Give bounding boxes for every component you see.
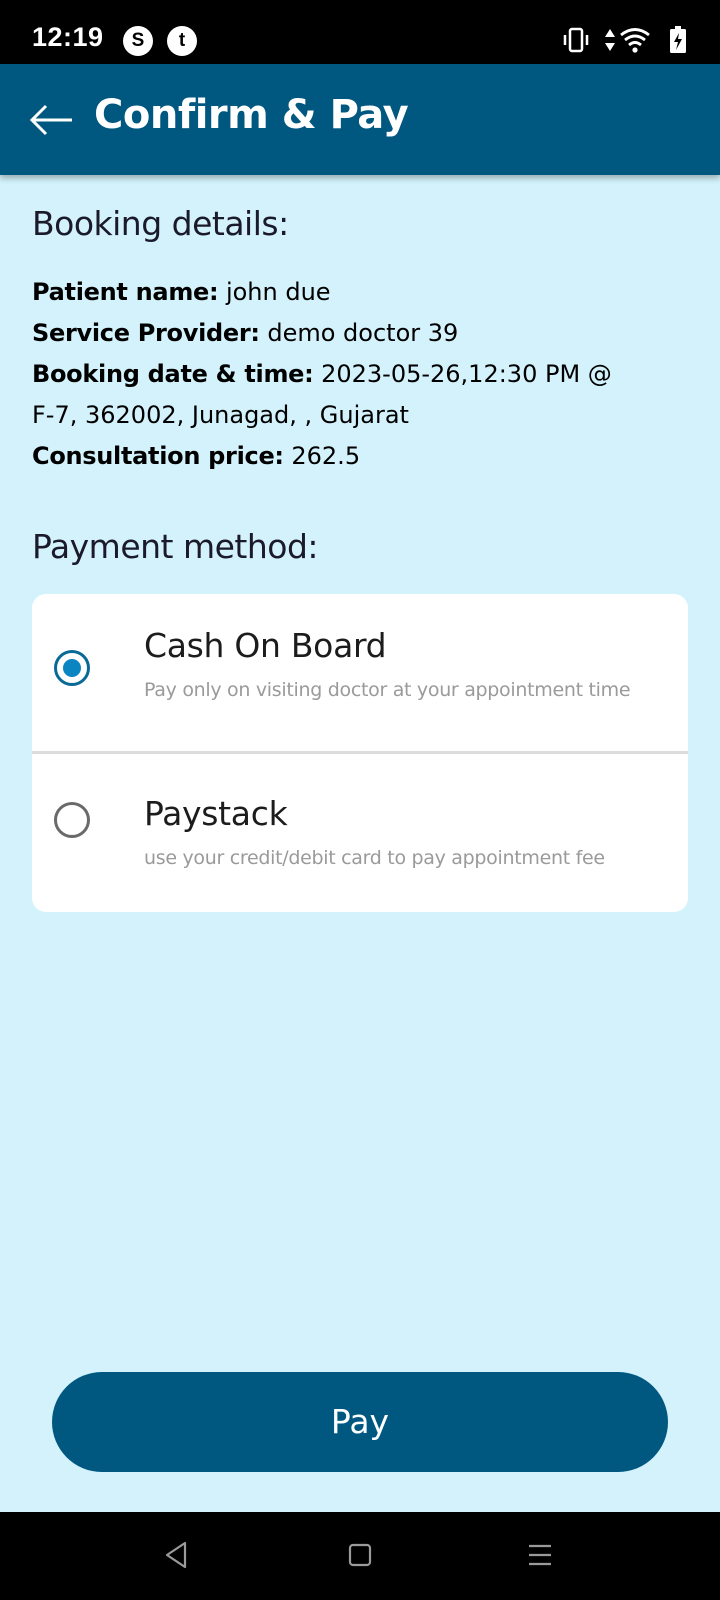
address-row: F-7, 362002, Junagad, , Gujarat [32, 395, 692, 436]
skype-icon: S [123, 26, 153, 56]
datetime-value: 2023-05-26,12:30 PM @ [321, 360, 612, 388]
price-label: Consultation price: [32, 442, 284, 470]
price-row: Consultation price: 262.5 [32, 436, 692, 477]
option-title-cash: Cash On Board [144, 626, 387, 665]
provider-value: demo doctor 39 [267, 319, 459, 347]
patient-value: john due [225, 278, 331, 306]
data-arrows-icon [605, 29, 615, 51]
back-triangle-icon[interactable] [163, 1540, 189, 1570]
provider-label: Service Provider: [32, 319, 260, 347]
payment-option-paystack[interactable]: Paystack use your credit/debit card to p… [32, 754, 688, 912]
navigation-bar [0, 1512, 720, 1600]
recents-menu-icon[interactable] [526, 1540, 554, 1570]
app-bar: Confirm & Pay [0, 64, 720, 175]
payment-method-heading: Payment method: [32, 527, 319, 566]
page-title: Confirm & Pay [94, 92, 409, 138]
patient-label: Patient name: [32, 278, 219, 306]
vibrate-icon [563, 27, 589, 53]
pay-button[interactable]: Pay [52, 1372, 668, 1472]
battery-charging-icon [670, 26, 686, 53]
payment-option-cash[interactable]: Cash On Board Pay only on visiting docto… [32, 594, 688, 751]
booking-details-heading: Booking details: [32, 204, 289, 243]
option-title-paystack: Paystack [144, 794, 288, 833]
status-bar: 12:19 S t [0, 0, 720, 64]
tumblr-icon: t [167, 26, 197, 56]
datetime-label: Booking date & time: [32, 360, 314, 388]
datetime-row: Booking date & time: 2023-05-26,12:30 PM… [32, 354, 692, 395]
arrow-left-icon[interactable] [28, 100, 76, 140]
radio-unselected-icon[interactable] [54, 802, 90, 838]
booking-details: Patient name: john due Service Provider:… [32, 272, 692, 477]
address-value: F-7, 362002, Junagad, , Gujarat [32, 401, 409, 429]
status-time: 12:19 [32, 22, 104, 52]
wifi-icon [620, 28, 650, 53]
home-square-icon[interactable] [347, 1540, 373, 1570]
option-subtitle-cash: Pay only on visiting doctor at your appo… [144, 679, 631, 701]
provider-row: Service Provider: demo doctor 39 [32, 313, 692, 354]
option-subtitle-paystack: use your credit/debit card to pay appoin… [144, 847, 605, 869]
radio-selected-icon[interactable] [54, 650, 90, 686]
price-value: 262.5 [291, 442, 361, 470]
patient-row: Patient name: john due [32, 272, 692, 313]
radio-dot [63, 659, 81, 677]
payment-options-card: Cash On Board Pay only on visiting docto… [32, 594, 688, 912]
